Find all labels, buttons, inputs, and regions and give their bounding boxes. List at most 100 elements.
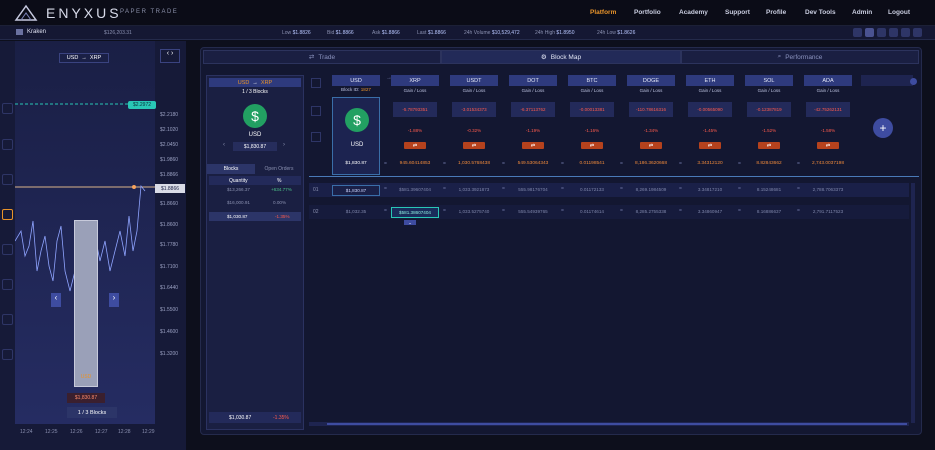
price-label: $1.8600 <box>160 222 179 228</box>
chevron-down-icon[interactable]: ⌄ <box>404 220 416 225</box>
time-label: 12:25 <box>45 429 58 435</box>
row-cell[interactable]: 0.01172133 <box>568 185 616 196</box>
swap-button[interactable]: ⇄ <box>699 142 721 149</box>
row-cell[interactable]: 8,285.2755338 <box>627 207 675 218</box>
swap-button[interactable]: ⇄ <box>404 142 426 149</box>
logo-icon <box>14 4 38 21</box>
row-cell[interactable]: $1,830.87 <box>332 185 380 196</box>
add-icon[interactable] <box>910 78 917 85</box>
list-icon[interactable] <box>2 174 13 185</box>
collapse-chart-button[interactable]: ‹ › <box>160 49 180 63</box>
coin-name: USDT <box>466 77 482 84</box>
line-chart-icon[interactable] <box>2 139 13 150</box>
row-cell[interactable]: $1,032.35 <box>332 207 380 218</box>
next-icon[interactable]: › <box>283 142 285 148</box>
nav-profile[interactable]: Profile <box>766 9 786 16</box>
col-coin[interactable]: BTC <box>568 75 616 86</box>
row-cell[interactable]: 555.98176704 <box>509 185 557 196</box>
table-row[interactable]: $1,030.87 -1.35% <box>209 212 301 221</box>
chart-canvas[interactable]: USD → XRP USD $1,830.87 1 / 3 Blocks ‹ › <box>15 41 155 424</box>
grid-icon[interactable] <box>865 28 874 37</box>
row-cell[interactable]: 3.34817210 <box>686 185 734 196</box>
swap-button[interactable]: ⇄ <box>463 142 485 149</box>
fullscreen-icon[interactable] <box>901 28 910 37</box>
swap-button[interactable]: ⇄ <box>581 142 603 149</box>
block-bar[interactable] <box>74 220 98 387</box>
row-cell[interactable]: 1,033.3921873 <box>450 185 498 196</box>
row-cell[interactable]: 8.16886637 <box>745 207 793 218</box>
swap-button[interactable]: ⇄ <box>522 142 544 149</box>
exchange-dropdown-icon[interactable] <box>16 29 23 35</box>
bar-chart-icon[interactable] <box>2 209 13 220</box>
vertical-scrollbar[interactable] <box>911 183 915 423</box>
row-cell[interactable]: 8.15248681 <box>745 185 793 196</box>
gain-loss-pct: -1.16% <box>584 128 600 133</box>
bars-icon[interactable] <box>2 314 13 325</box>
price-label: $1.6440 <box>160 285 179 291</box>
row-cell[interactable]: $581.38607404 <box>391 207 439 218</box>
arrow-icon: → <box>81 55 87 61</box>
nav-logout[interactable]: Logout <box>888 9 910 16</box>
sort-icon[interactable] <box>311 78 321 88</box>
row-cell[interactable]: 0.01174614 <box>568 207 616 218</box>
tab-open-orders[interactable]: Open Orders <box>255 164 303 174</box>
row-cell[interactable]: 1,033.5275740 <box>450 207 498 218</box>
col-coin[interactable]: DOGE <box>627 75 675 86</box>
swap-button[interactable]: ⇄ <box>640 142 662 149</box>
last-value: $1.8866 <box>427 30 446 36</box>
nav-academy[interactable]: Academy <box>679 9 708 16</box>
row-cell[interactable]: 3.34860947 <box>686 207 734 218</box>
coin-name: ETH <box>704 77 716 84</box>
col-coin[interactable]: ETH <box>686 75 734 86</box>
swap-vertical-icon[interactable] <box>311 132 321 142</box>
row-cell[interactable]: 555.54939765 <box>509 207 557 218</box>
row-cell[interactable]: 2,791.7117523 <box>804 207 852 218</box>
moon-icon[interactable] <box>853 28 862 37</box>
price-label: $1.8866 <box>160 172 179 178</box>
next-block-button[interactable]: › <box>109 293 119 307</box>
shield-icon[interactable] <box>2 103 13 114</box>
layout-icon[interactable] <box>877 28 886 37</box>
blocks-total: $1,030.87 -1.35% <box>209 412 301 423</box>
col-coin[interactable]: SOL <box>745 75 793 86</box>
prev-block-button[interactable]: ‹ <box>51 293 61 307</box>
usd-value: $1,830.87 <box>345 161 367 166</box>
settings-icon[interactable] <box>889 28 898 37</box>
exchange-name[interactable]: Kraken <box>27 29 46 35</box>
pair-selector[interactable]: USD → XRP <box>59 53 109 63</box>
nav-portfolio[interactable]: Portfolio <box>634 9 661 16</box>
col-percent[interactable]: % <box>277 178 281 184</box>
col-coin[interactable]: USDT <box>450 75 498 86</box>
col-coin[interactable]: DOT <box>509 75 557 86</box>
row-cell[interactable]: 8,269.1984509 <box>627 185 675 196</box>
pair-header[interactable]: USD → XRP <box>209 78 301 87</box>
col-quantity[interactable]: Quantity <box>229 178 248 184</box>
nav-admin[interactable]: Admin <box>852 9 872 16</box>
nav-support[interactable]: Support <box>725 9 750 16</box>
row-value: $16,000.91 <box>227 200 250 205</box>
nav-platform[interactable]: Platform <box>590 9 616 16</box>
col-coin[interactable]: XRP <box>391 75 439 86</box>
gain-loss-label: Gain / Loss <box>462 88 486 93</box>
arrow-icon: → <box>252 79 258 86</box>
nav-dev-tools[interactable]: Dev Tools <box>805 9 836 16</box>
col-usd[interactable]: USD <box>332 75 380 86</box>
candles-icon[interactable] <box>2 244 13 255</box>
ruler-icon[interactable] <box>2 279 13 290</box>
tab-performance[interactable]: ⌕ Performance <box>681 50 919 64</box>
swap-button[interactable]: ⇄ <box>817 142 839 149</box>
divider <box>309 176 919 177</box>
expand-icon[interactable] <box>913 28 922 37</box>
tab-block-map[interactable]: ⚙ Block Map <box>441 50 681 64</box>
tab-trade[interactable]: ⇄ Trade <box>203 50 441 64</box>
copy-icon[interactable] <box>311 106 321 116</box>
swap-button[interactable]: ⇄ <box>758 142 780 149</box>
row-cell[interactable]: 2,788.7063373 <box>804 185 852 196</box>
col-coin[interactable]: ADA <box>804 75 852 86</box>
horizontal-scrollbar[interactable] <box>309 422 909 426</box>
prev-icon[interactable]: ‹ <box>223 142 225 148</box>
tab-blocks[interactable]: Blocks <box>207 164 255 174</box>
code-icon[interactable] <box>2 349 13 360</box>
row-cell[interactable]: $581.39607404 <box>391 185 439 196</box>
add-column-button[interactable]: + <box>873 118 893 138</box>
